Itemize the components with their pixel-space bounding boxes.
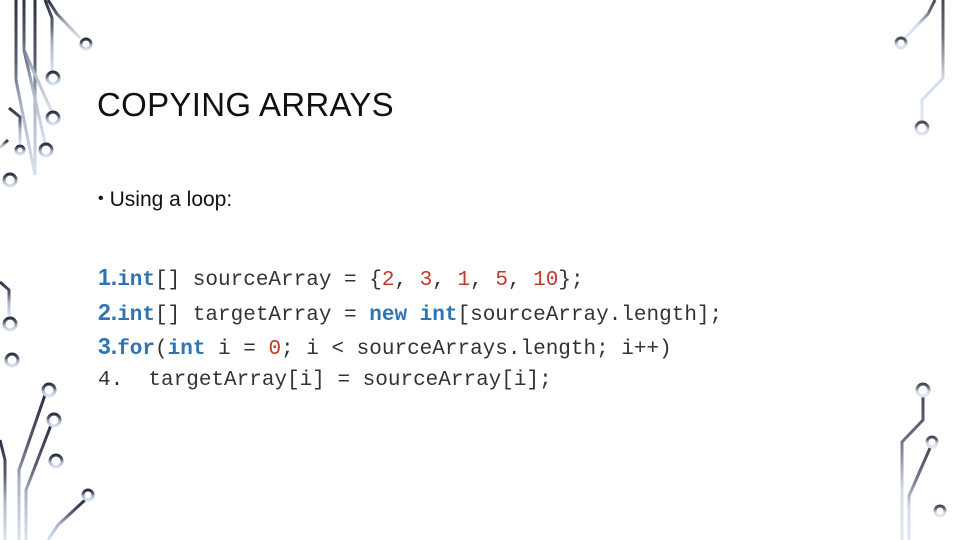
- code-literal: 5: [495, 269, 508, 292]
- code-text: targetArray[i] = sourceArray[i];: [123, 369, 552, 393]
- code-text: ,: [507, 269, 534, 292]
- code-keyword: int: [419, 303, 458, 327]
- code-line: 2.int[] targetArray = new int[sourceArra…: [98, 295, 722, 330]
- code-text: ,: [432, 269, 458, 292]
- code-keyword: int: [117, 269, 155, 292]
- code-text: i =: [205, 338, 269, 362]
- bullet-text: Using a loop:: [109, 188, 233, 211]
- code-literal: 2: [381, 269, 395, 292]
- code-line: 3.for(int i = 0; i < sourceArrays.length…: [98, 329, 722, 364]
- code-text: [] sourceArray = {: [155, 269, 382, 292]
- code-text: };: [558, 269, 584, 292]
- code-literal: 0: [268, 338, 282, 362]
- line-number: 1.: [98, 264, 118, 290]
- code-block: 1.int[] sourceArray = {2, 3, 1, 5, 10}; 2…: [98, 260, 722, 399]
- code-text: ; i < sourceArrays.length; i++): [281, 338, 672, 362]
- code-text: ,: [470, 269, 496, 292]
- code-text: ,: [394, 269, 420, 292]
- line-number: 3.: [98, 333, 118, 360]
- slide-title: COPYING ARRAYS: [97, 86, 394, 123]
- line-number: 4.: [98, 369, 124, 393]
- code-keyword: int: [117, 303, 155, 327]
- code-literal: 10: [533, 269, 559, 292]
- code-keyword: new: [369, 303, 408, 327]
- left-circuit: [0, 0, 95, 540]
- right-circuit: [894, 0, 947, 540]
- line-number: 2.: [98, 298, 118, 325]
- code-keyword: int: [167, 338, 206, 362]
- code-literal: 1: [457, 269, 471, 292]
- code-line: 4. targetArray[i] = sourceArray[i];: [98, 364, 722, 399]
- code-text: [] targetArray =: [155, 303, 370, 327]
- code-literal: 3: [419, 269, 433, 292]
- code-text: [sourceArray.length];: [457, 303, 723, 327]
- code-text: (: [155, 338, 168, 362]
- code-line: 1.int[] sourceArray = {2, 3, 1, 5, 10};: [98, 260, 722, 295]
- code-keyword: for: [117, 338, 155, 362]
- bullet-marker: •: [98, 190, 104, 207]
- bullet-item: • Using a loop:: [98, 188, 232, 212]
